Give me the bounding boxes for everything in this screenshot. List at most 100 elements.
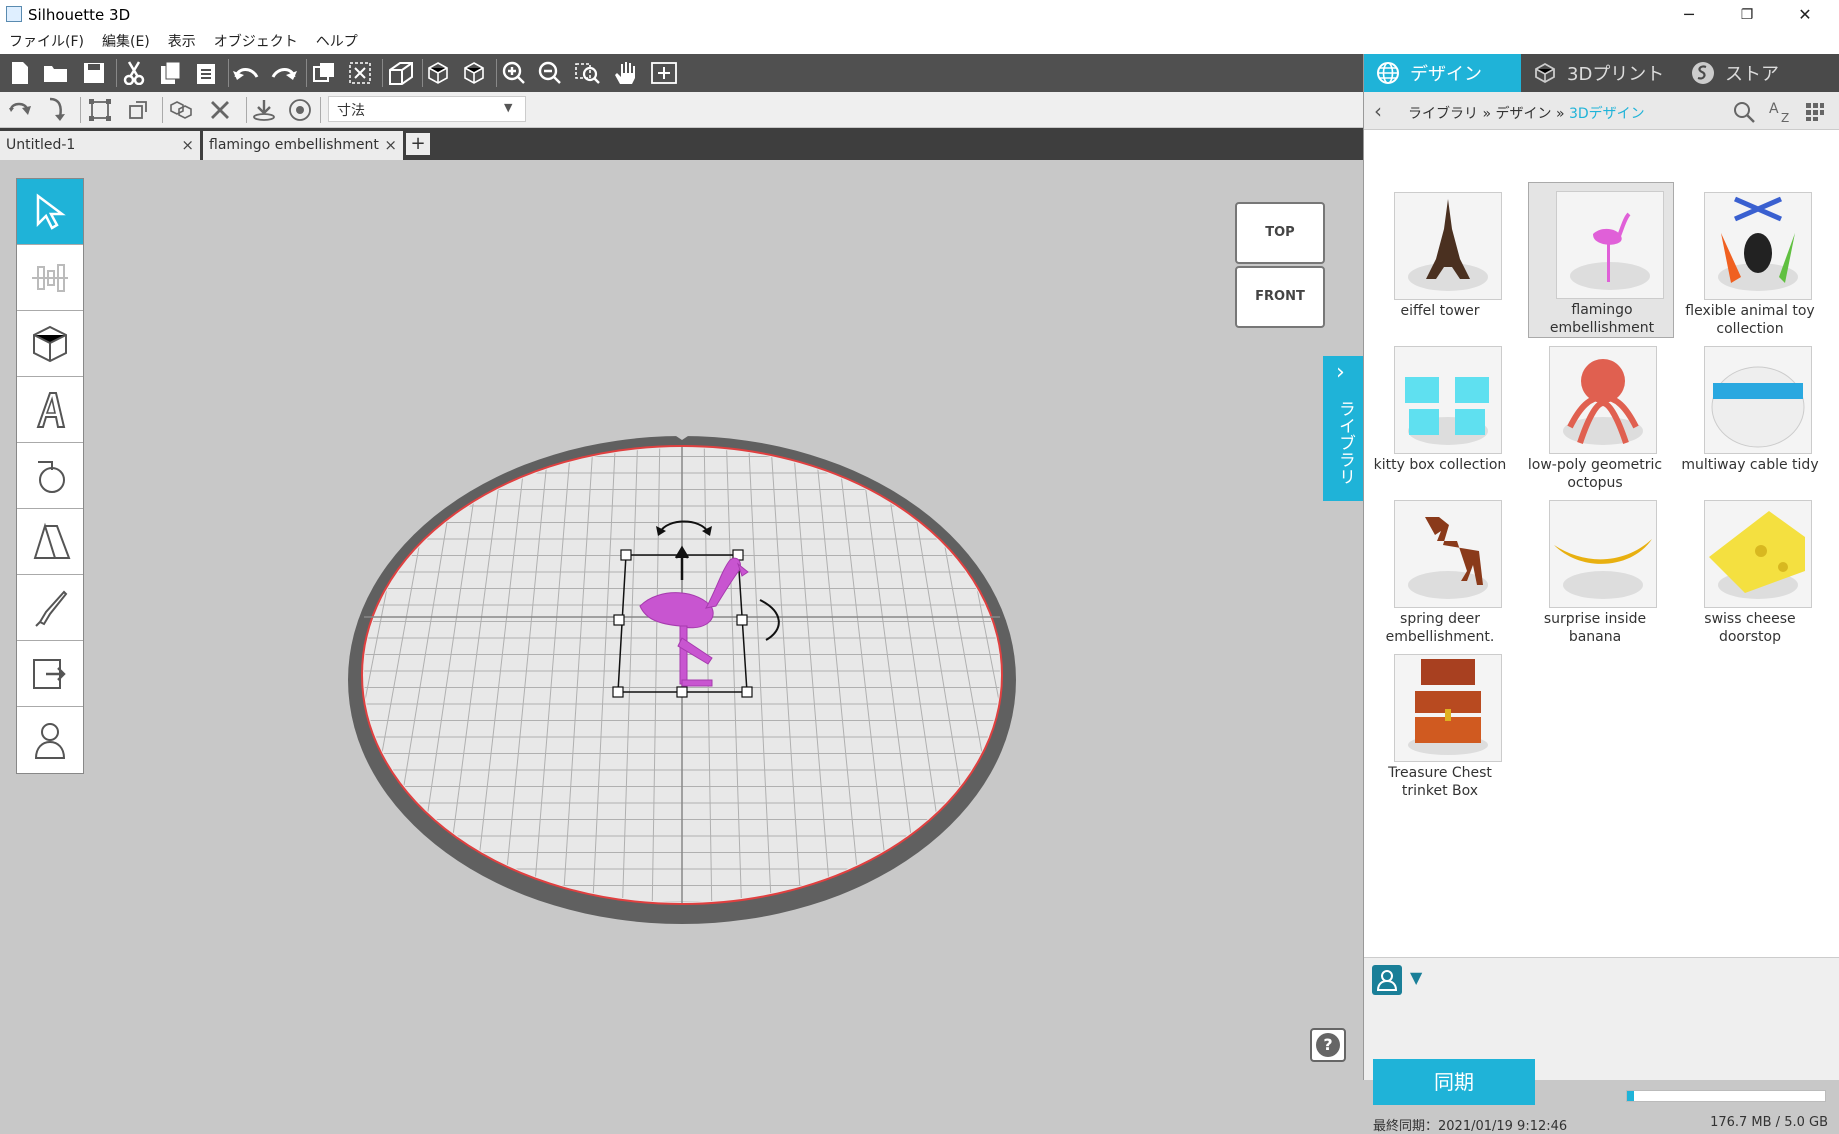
- item-thumbnail: [1704, 192, 1812, 300]
- pan-hand-icon[interactable]: [610, 57, 642, 89]
- shape-tool[interactable]: [17, 311, 83, 377]
- center-icon[interactable]: [284, 94, 316, 126]
- viewcube-front[interactable]: FRONT: [1235, 266, 1325, 328]
- library-item-flexible-animal-toy-collection[interactable]: flexible animal toy collection: [1677, 186, 1823, 338]
- library-item-spring-deer-embellishment[interactable]: spring deer embellishment.: [1367, 494, 1513, 646]
- library-item-swiss-cheese-doorstop[interactable]: swiss cheese doorstop: [1677, 494, 1823, 646]
- library-item-surprise-inside-banana[interactable]: surprise inside banana: [1522, 494, 1668, 646]
- new-file-icon[interactable]: [4, 57, 36, 89]
- add-tab-button[interactable]: +: [406, 133, 430, 155]
- sync-footer: ▼ 同期 最終同期：2021/01/19 9:12:46 176.7 MB / …: [1364, 957, 1839, 1134]
- item-thumbnail: [1704, 346, 1812, 454]
- tab-store[interactable]: ストア: [1679, 54, 1839, 92]
- library-panel: デザイン 3Dプリント ストア ‹ ライブラリ » デザイン » 3Dデザイン …: [1363, 54, 1839, 1134]
- tab-3d-print[interactable]: 3Dプリント: [1521, 54, 1679, 92]
- extrude-tool[interactable]: [17, 509, 83, 575]
- drop-to-floor-icon[interactable]: [248, 94, 280, 126]
- library-item-low-poly-geometric-octopus[interactable]: low-poly geometric octopus: [1522, 340, 1668, 492]
- library-item-treasure-chest-trinket-box[interactable]: Treasure Chest trinket Box: [1367, 648, 1513, 800]
- rotate-icon[interactable]: [4, 94, 36, 126]
- item-thumbnail: [1549, 346, 1657, 454]
- library-item-flamingo-embellishment[interactable]: flamingo embellishment: [1528, 182, 1674, 338]
- knife-tool[interactable]: [17, 575, 83, 641]
- text-tool[interactable]: [17, 377, 83, 443]
- tab-flamingo-embellishment[interactable]: flamingo embellishment ×: [203, 131, 403, 160]
- menu-file[interactable]: ファイル(F): [0, 30, 93, 54]
- align-icon[interactable]: [84, 94, 116, 126]
- library-nav-bar: ‹ ライブラリ » デザイン » 3Dデザイン AZ: [1364, 92, 1839, 130]
- sync-button[interactable]: 同期: [1373, 1059, 1535, 1105]
- svg-text:Z: Z: [1781, 111, 1789, 124]
- menu-object[interactable]: オブジェクト: [205, 30, 307, 54]
- user-menu-chevron-icon[interactable]: ▼: [1410, 968, 1422, 987]
- menu-help[interactable]: ヘルプ: [307, 30, 367, 54]
- tab-close-icon[interactable]: ×: [384, 136, 397, 154]
- extrude-shape-icon: [33, 522, 71, 559]
- library-item-multiway-cable-tidy[interactable]: multiway cable tidy: [1677, 340, 1823, 492]
- figure-tool[interactable]: [17, 707, 83, 773]
- open-folder-icon[interactable]: [40, 57, 72, 89]
- dimension-select[interactable]: 寸法: [328, 96, 526, 122]
- user-icon[interactable]: [1372, 965, 1402, 995]
- ungroup-icon[interactable]: [344, 57, 376, 89]
- item-name: Treasure Chest trinket Box: [1388, 765, 1492, 799]
- tab-untitled-1[interactable]: Untitled-1 ×: [0, 131, 200, 160]
- item-thumbnail: [1704, 500, 1812, 608]
- item-name: flamingo embellishment: [1549, 302, 1655, 336]
- zoom-fit-icon[interactable]: [572, 57, 604, 89]
- select-tool[interactable]: [17, 179, 83, 245]
- item-thumbnail: [1394, 192, 1502, 300]
- viewcube-top[interactable]: TOP: [1235, 202, 1325, 264]
- copy-icon[interactable]: [154, 57, 186, 89]
- main-toolbar: [0, 54, 1363, 92]
- library-side-tab[interactable]: › ライブラリ: [1323, 356, 1363, 501]
- delete-icon[interactable]: [204, 94, 236, 126]
- menu-edit[interactable]: 編集(E): [93, 30, 159, 54]
- duplicate-objects-icon[interactable]: [166, 94, 198, 126]
- cube-view-icon[interactable]: [422, 57, 454, 89]
- menu-bar: ファイル(F) 編集(E) 表示 オブジェクト ヘルプ: [0, 30, 1839, 54]
- breadcrumb-library[interactable]: ライブラリ: [1408, 106, 1478, 122]
- minimize-button[interactable]: ─: [1660, 0, 1718, 30]
- scale-icon[interactable]: [122, 94, 154, 126]
- pointer-icon: [36, 193, 66, 230]
- breadcrumb-separator: »: [1555, 106, 1565, 122]
- search-icon[interactable]: [1732, 100, 1756, 128]
- sort-az-icon[interactable]: AZ: [1768, 100, 1794, 128]
- close-button[interactable]: ✕: [1776, 0, 1834, 30]
- menu-view[interactable]: 表示: [159, 30, 205, 54]
- group-icon[interactable]: [308, 57, 340, 89]
- restore-button[interactable]: ❐: [1718, 0, 1776, 30]
- breadcrumb-design[interactable]: デザイン: [1495, 106, 1551, 122]
- import-tool[interactable]: [17, 641, 83, 707]
- save-icon[interactable]: [78, 57, 110, 89]
- distribute-tool[interactable]: [17, 245, 83, 311]
- back-arrow-icon[interactable]: ‹: [1374, 99, 1382, 123]
- extrude-icon[interactable]: [384, 57, 416, 89]
- breadcrumb-3d-design[interactable]: 3Dデザイン: [1569, 106, 1645, 122]
- library-item-eiffel-tower[interactable]: eiffel tower: [1367, 186, 1513, 338]
- library-item-kitty-box-collection[interactable]: kitty box collection: [1367, 340, 1513, 492]
- breadcrumb: ライブラリ » デザイン » 3Dデザイン: [1408, 103, 1645, 123]
- draw-shape-tool[interactable]: [17, 443, 83, 509]
- cut-icon[interactable]: [118, 57, 150, 89]
- item-name: eiffel tower: [1400, 303, 1480, 319]
- fit-page-icon[interactable]: [648, 57, 680, 89]
- grid-view-icon[interactable]: [1805, 102, 1825, 126]
- cube-view-alt-icon[interactable]: [458, 57, 490, 89]
- import-icon: [33, 658, 66, 689]
- redo-icon[interactable]: [268, 57, 300, 89]
- undo-icon[interactable]: [230, 57, 262, 89]
- tab-store-label: ストア: [1725, 64, 1779, 85]
- tab-design[interactable]: デザイン: [1364, 54, 1521, 92]
- paste-icon[interactable]: [190, 57, 222, 89]
- zoom-out-icon[interactable]: [534, 57, 566, 89]
- panel-tabs: デザイン 3Dプリント ストア: [1364, 54, 1839, 92]
- tab-close-icon[interactable]: ×: [181, 136, 194, 154]
- help-icon: ?: [1316, 1033, 1340, 1057]
- design-canvas[interactable]: [0, 160, 1363, 1080]
- zoom-in-icon[interactable]: [498, 57, 530, 89]
- flip-icon[interactable]: [40, 94, 72, 126]
- tab-3d-print-label: 3Dプリント: [1567, 64, 1665, 85]
- help-button[interactable]: ?: [1310, 1028, 1346, 1062]
